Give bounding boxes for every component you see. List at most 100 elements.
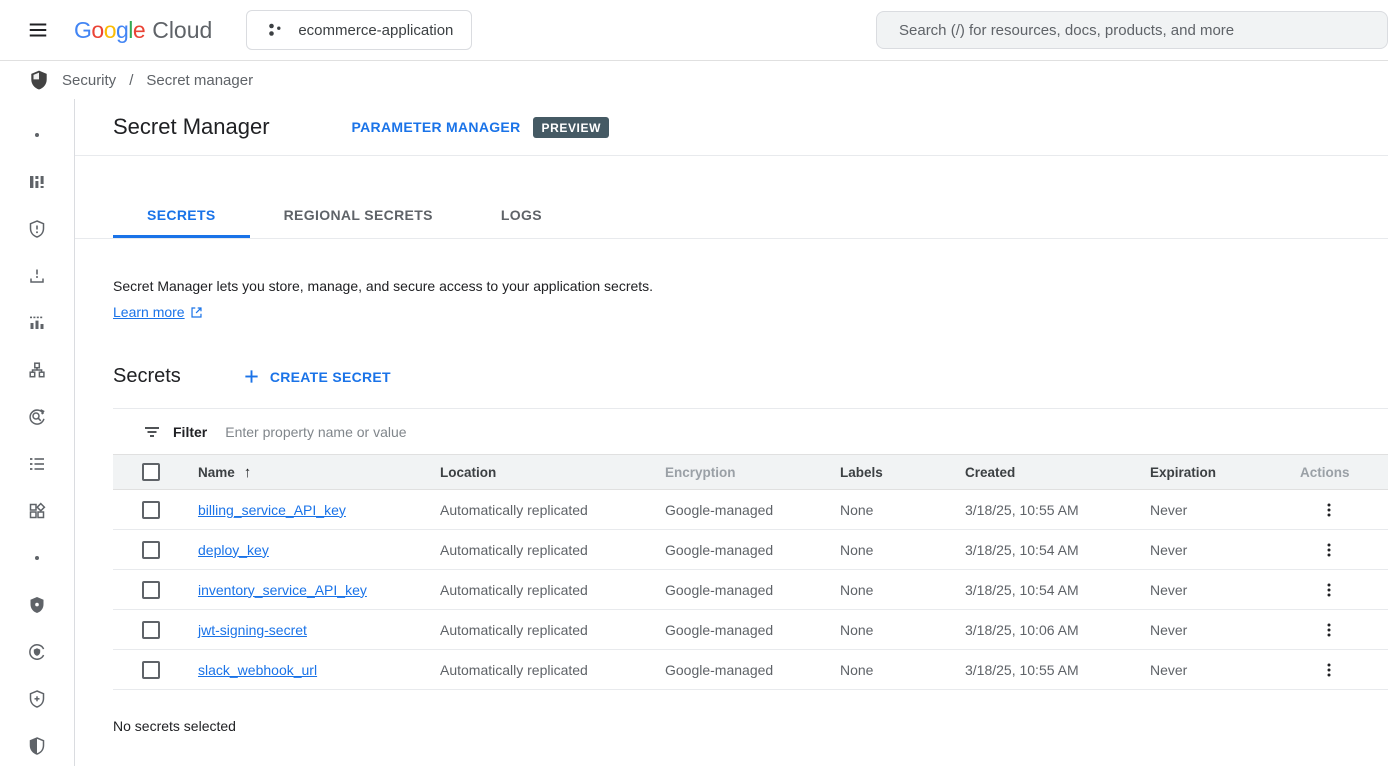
- security-shield-icon: [28, 69, 50, 91]
- sidebar-item-scan[interactable]: [0, 393, 74, 440]
- sidebar-item-risk-reports[interactable]: [0, 252, 74, 299]
- project-selector-button[interactable]: ecommerce-application: [246, 10, 472, 50]
- filter-input[interactable]: [225, 424, 1388, 440]
- sidebar-item-workloads[interactable]: [0, 487, 74, 534]
- hamburger-icon: [27, 19, 49, 41]
- create-secret-button[interactable]: CREATE SECRET: [243, 368, 391, 385]
- export-alert-icon: [27, 266, 47, 286]
- secret-name-link[interactable]: deploy_key: [198, 542, 269, 558]
- kebab-menu-icon: [1321, 502, 1337, 518]
- parameter-manager-link[interactable]: PARAMETER MANAGER: [352, 119, 521, 135]
- page-title: Secret Manager: [113, 114, 270, 140]
- row-actions-button[interactable]: [1314, 655, 1344, 685]
- sidebar-separator: [0, 534, 74, 581]
- shield-plus-icon: [27, 689, 47, 709]
- column-header-created: Created: [965, 465, 1150, 480]
- breadcrumb-page[interactable]: Secret manager: [146, 72, 253, 89]
- sidebar-item-compliance[interactable]: [0, 628, 74, 675]
- sidebar-item-threats[interactable]: [0, 205, 74, 252]
- cell-location: Automatically replicated: [440, 582, 665, 598]
- cell-labels: None: [840, 622, 965, 638]
- sidebar-item-posture[interactable]: [0, 581, 74, 628]
- row-checkbox[interactable]: [142, 621, 160, 639]
- logo-letter: G: [74, 17, 91, 44]
- row-checkbox[interactable]: [142, 581, 160, 599]
- sort-ascending-icon[interactable]: ↑: [244, 464, 252, 481]
- table-row: deploy_key Automatically replicated Goog…: [113, 530, 1388, 570]
- sidebar-item-secret-manager[interactable]: [0, 722, 74, 767]
- main-content: Secret Manager PARAMETER MANAGER PREVIEW…: [75, 99, 1388, 766]
- column-header-name[interactable]: Name: [198, 465, 235, 480]
- learn-more-link[interactable]: Learn more: [113, 303, 203, 321]
- search-input[interactable]: [876, 11, 1388, 49]
- cell-labels: None: [840, 542, 965, 558]
- table-row: jwt-signing-secret Automatically replica…: [113, 610, 1388, 650]
- shield-solid-icon: [27, 595, 47, 615]
- kebab-menu-icon: [1321, 622, 1337, 638]
- secret-name-link[interactable]: billing_service_API_key: [198, 502, 346, 518]
- kebab-menu-icon: [1321, 542, 1337, 558]
- cell-encryption: Google-managed: [665, 622, 840, 638]
- cell-labels: None: [840, 662, 965, 678]
- cell-location: Automatically replicated: [440, 542, 665, 558]
- row-actions-button[interactable]: [1314, 535, 1344, 565]
- cell-created: 3/18/25, 10:55 AM: [965, 662, 1150, 678]
- create-secret-label: CREATE SECRET: [270, 369, 391, 385]
- cell-created: 3/18/25, 10:06 AM: [965, 622, 1150, 638]
- plus-icon: [243, 368, 260, 385]
- google-cloud-logo[interactable]: G o o g l e Cloud: [74, 17, 212, 44]
- row-actions-button[interactable]: [1314, 615, 1344, 645]
- secrets-section-header: Secrets CREATE SECRET: [75, 365, 1388, 388]
- logo-letter: g: [116, 17, 128, 44]
- tab-logs[interactable]: LOGS: [467, 191, 576, 238]
- sidebar-item-overview[interactable]: [0, 158, 74, 205]
- sidebar-item-protection[interactable]: [0, 675, 74, 722]
- select-all-checkbox[interactable]: [142, 463, 160, 481]
- column-header-expiration: Expiration: [1150, 465, 1300, 480]
- column-header-location: Location: [440, 465, 665, 480]
- cell-created: 3/18/25, 10:54 AM: [965, 582, 1150, 598]
- dot-separator-icon: [33, 554, 41, 562]
- breadcrumb-section[interactable]: Security: [62, 72, 116, 89]
- table-header-row: Name ↑ Location Encryption Labels Create…: [113, 454, 1388, 490]
- overview-blocks-icon: [27, 172, 47, 192]
- logo-letter: o: [104, 17, 116, 44]
- sidebar-item-analytics[interactable]: [0, 299, 74, 346]
- intro-description: Secret Manager lets you store, manage, a…: [113, 277, 1388, 295]
- cell-labels: None: [840, 502, 965, 518]
- cell-encryption: Google-managed: [665, 502, 840, 518]
- cell-expiration: Never: [1150, 622, 1300, 638]
- row-actions-button[interactable]: [1314, 495, 1344, 525]
- secret-name-link[interactable]: slack_webhook_url: [198, 662, 317, 678]
- compliance-shield-icon: [27, 642, 47, 662]
- resources-tree-icon: [27, 360, 47, 380]
- project-name: ecommerce-application: [298, 22, 453, 39]
- row-checkbox[interactable]: [142, 661, 160, 679]
- secret-name-link[interactable]: jwt-signing-secret: [198, 622, 307, 638]
- secret-shield-icon: [27, 736, 47, 756]
- sidebar-item-findings[interactable]: [0, 440, 74, 487]
- breadcrumb: Security / Secret manager: [0, 61, 1388, 99]
- logo-letter: e: [133, 17, 145, 44]
- secret-name-link[interactable]: inventory_service_API_key: [198, 582, 367, 598]
- row-checkbox[interactable]: [142, 501, 160, 519]
- sidebar-item-assets[interactable]: [0, 346, 74, 393]
- learn-more-label: Learn more: [113, 303, 185, 321]
- cell-location: Automatically replicated: [440, 502, 665, 518]
- column-header-encryption: Encryption: [665, 465, 840, 480]
- main-menu-button[interactable]: [18, 10, 58, 50]
- dot-separator-icon: [33, 131, 41, 139]
- preview-badge: PREVIEW: [533, 117, 609, 138]
- logo-cloud-text: Cloud: [152, 17, 212, 44]
- filter-label[interactable]: Filter: [173, 424, 207, 440]
- tab-regional-secrets[interactable]: REGIONAL SECRETS: [250, 191, 467, 238]
- filter-bar: Filter: [113, 408, 1388, 454]
- row-actions-button[interactable]: [1314, 575, 1344, 605]
- row-checkbox[interactable]: [142, 541, 160, 559]
- selection-status: No secrets selected: [75, 718, 1388, 734]
- security-nav-sidebar: [0, 99, 75, 766]
- scan-search-icon: [27, 407, 47, 427]
- cell-location: Automatically replicated: [440, 622, 665, 638]
- table-row: slack_webhook_url Automatically replicat…: [113, 650, 1388, 690]
- tab-secrets[interactable]: SECRETS: [113, 191, 250, 238]
